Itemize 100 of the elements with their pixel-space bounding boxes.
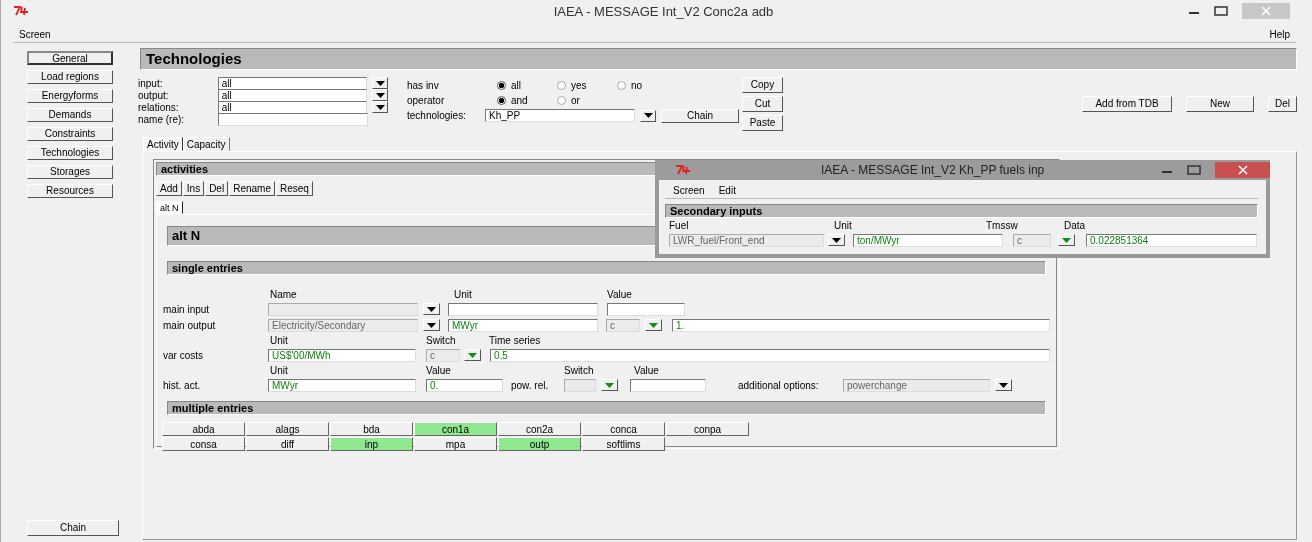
input-field[interactable]: 1. xyxy=(672,318,1050,332)
column-label: Switch xyxy=(426,334,457,346)
logo-icon xyxy=(675,165,691,175)
dropdown-button[interactable] xyxy=(828,234,845,246)
input-field[interactable]: 0. xyxy=(426,378,503,392)
nav-button[interactable]: General xyxy=(27,51,113,65)
action-button[interactable]: New xyxy=(1186,96,1254,112)
input-field[interactable]: 0.5 xyxy=(490,348,1050,362)
input-field[interactable]: MWyr xyxy=(268,378,416,392)
nav-button[interactable]: Load regions xyxy=(27,70,113,84)
tab[interactable]: alt N xyxy=(156,201,183,214)
column-label: Unit xyxy=(270,334,289,346)
dropdown-button[interactable] xyxy=(640,109,656,122)
column-label: Value xyxy=(607,288,633,300)
caret-icon xyxy=(643,113,653,118)
toolbar-button[interactable]: Rename xyxy=(229,181,275,196)
toolbar-button[interactable]: Add xyxy=(156,181,182,196)
entry-button[interactable]: bda xyxy=(330,422,413,436)
entry-button[interactable]: abda xyxy=(162,422,245,436)
input-field[interactable]: Kh_PP xyxy=(485,109,635,122)
tab[interactable]: Capacity xyxy=(182,137,230,151)
maximize-icon[interactable] xyxy=(1214,6,1228,16)
radio-label: no xyxy=(631,80,643,91)
column-label: Unit xyxy=(270,364,289,376)
window-title: IAEA - MESSAGE Int_V2 Kh_PP fuels inp xyxy=(821,163,1046,177)
window-title: IAEA - MESSAGE Int_V2 Conc2a adb xyxy=(552,3,775,19)
row-label: main output xyxy=(163,319,217,331)
filter-label: relations: xyxy=(138,101,180,113)
input-field[interactable]: ton/MWyr xyxy=(853,233,1003,247)
input-field[interactable] xyxy=(448,302,598,316)
dropdown-button[interactable] xyxy=(423,303,440,315)
entry-button[interactable]: mpa xyxy=(414,437,497,451)
option-label: has inv xyxy=(407,80,440,91)
toolbar-button[interactable]: Del xyxy=(205,181,229,196)
dropdown-button[interactable] xyxy=(372,89,388,101)
menu-item[interactable]: Edit xyxy=(718,184,736,196)
nav-button[interactable]: Storages xyxy=(27,165,113,179)
technologies-label: technologies: xyxy=(407,110,467,121)
input-field[interactable] xyxy=(630,378,706,392)
section-title: single entries xyxy=(167,261,1046,275)
radio-button[interactable] xyxy=(557,96,566,105)
input-field[interactable]: all xyxy=(217,76,368,90)
nav-button[interactable]: Constraints xyxy=(27,127,113,141)
nav-button[interactable]: Technologies xyxy=(27,146,113,160)
edit-button[interactable]: Cut xyxy=(742,96,783,112)
page-title: Technologies xyxy=(140,48,1297,70)
menu-item[interactable]: Screen xyxy=(673,184,705,196)
input-field[interactable]: 0.022851364 xyxy=(1086,233,1257,247)
chain-button[interactable]: Chain xyxy=(661,108,739,123)
entry-button[interactable]: con2a xyxy=(498,422,581,436)
dropdown-button[interactable] xyxy=(645,319,662,331)
input-field[interactable] xyxy=(607,302,685,316)
action-button[interactable]: Add from TDB xyxy=(1082,96,1172,112)
close-icon xyxy=(1237,165,1248,175)
radio-button[interactable] xyxy=(617,81,626,90)
row-label: hist. act. xyxy=(163,379,202,391)
input-field[interactable]: US$'00/MWh xyxy=(268,348,416,362)
row-label: additional options: xyxy=(738,379,820,391)
nav-button[interactable]: Demands xyxy=(27,108,113,122)
entry-button[interactable]: alags xyxy=(246,422,329,436)
radio-label: yes xyxy=(571,80,587,91)
filter-label: name (re): xyxy=(138,113,186,125)
dropdown-button[interactable] xyxy=(601,379,618,391)
entry-button[interactable]: inp xyxy=(330,437,413,451)
entry-button[interactable]: conpa xyxy=(666,422,749,436)
tab[interactable]: Activity xyxy=(143,137,183,151)
dropdown-button[interactable] xyxy=(464,349,481,361)
row-label: var costs xyxy=(163,349,204,361)
radio-label: all xyxy=(511,80,521,91)
filter-label: input: xyxy=(138,77,164,89)
menu-item[interactable]: Screen xyxy=(19,28,51,40)
entry-button[interactable]: diff xyxy=(246,437,329,451)
chain-button[interactable]: Chain xyxy=(27,520,119,536)
dropdown-button[interactable] xyxy=(372,77,388,89)
filter-label: output: xyxy=(138,89,170,101)
dropdown-button[interactable] xyxy=(995,379,1012,391)
entry-button[interactable]: outp xyxy=(498,437,581,451)
nav-button[interactable]: Resources xyxy=(27,184,113,198)
entry-button[interactable]: consa xyxy=(162,437,245,451)
action-button[interactable]: Del xyxy=(1268,96,1297,112)
radio-button[interactable] xyxy=(497,96,506,105)
option-label: operator xyxy=(407,95,446,106)
entry-button[interactable]: softlims xyxy=(582,437,665,451)
entry-button[interactable]: conca xyxy=(582,422,665,436)
toolbar-button[interactable]: Reseq xyxy=(275,181,313,196)
column-label: Value xyxy=(426,364,452,376)
entry-button[interactable]: con1a xyxy=(414,422,497,436)
toolbar-button[interactable]: Ins xyxy=(182,181,205,196)
menu-item[interactable]: Help xyxy=(1269,28,1290,40)
nav-button[interactable]: Energyforms xyxy=(27,89,113,103)
input-field[interactable]: MWyr xyxy=(448,318,598,332)
edit-button[interactable]: Copy xyxy=(742,77,783,93)
maximize-icon[interactable] xyxy=(1187,165,1201,175)
dropdown-button[interactable] xyxy=(423,319,440,331)
radio-button[interactable] xyxy=(497,81,506,90)
radio-button[interactable] xyxy=(557,81,566,90)
dropdown-button[interactable] xyxy=(372,101,388,113)
edit-button[interactable]: Paste xyxy=(742,115,783,131)
column-label: Unit xyxy=(454,288,473,300)
dropdown-button[interactable] xyxy=(1058,234,1075,246)
